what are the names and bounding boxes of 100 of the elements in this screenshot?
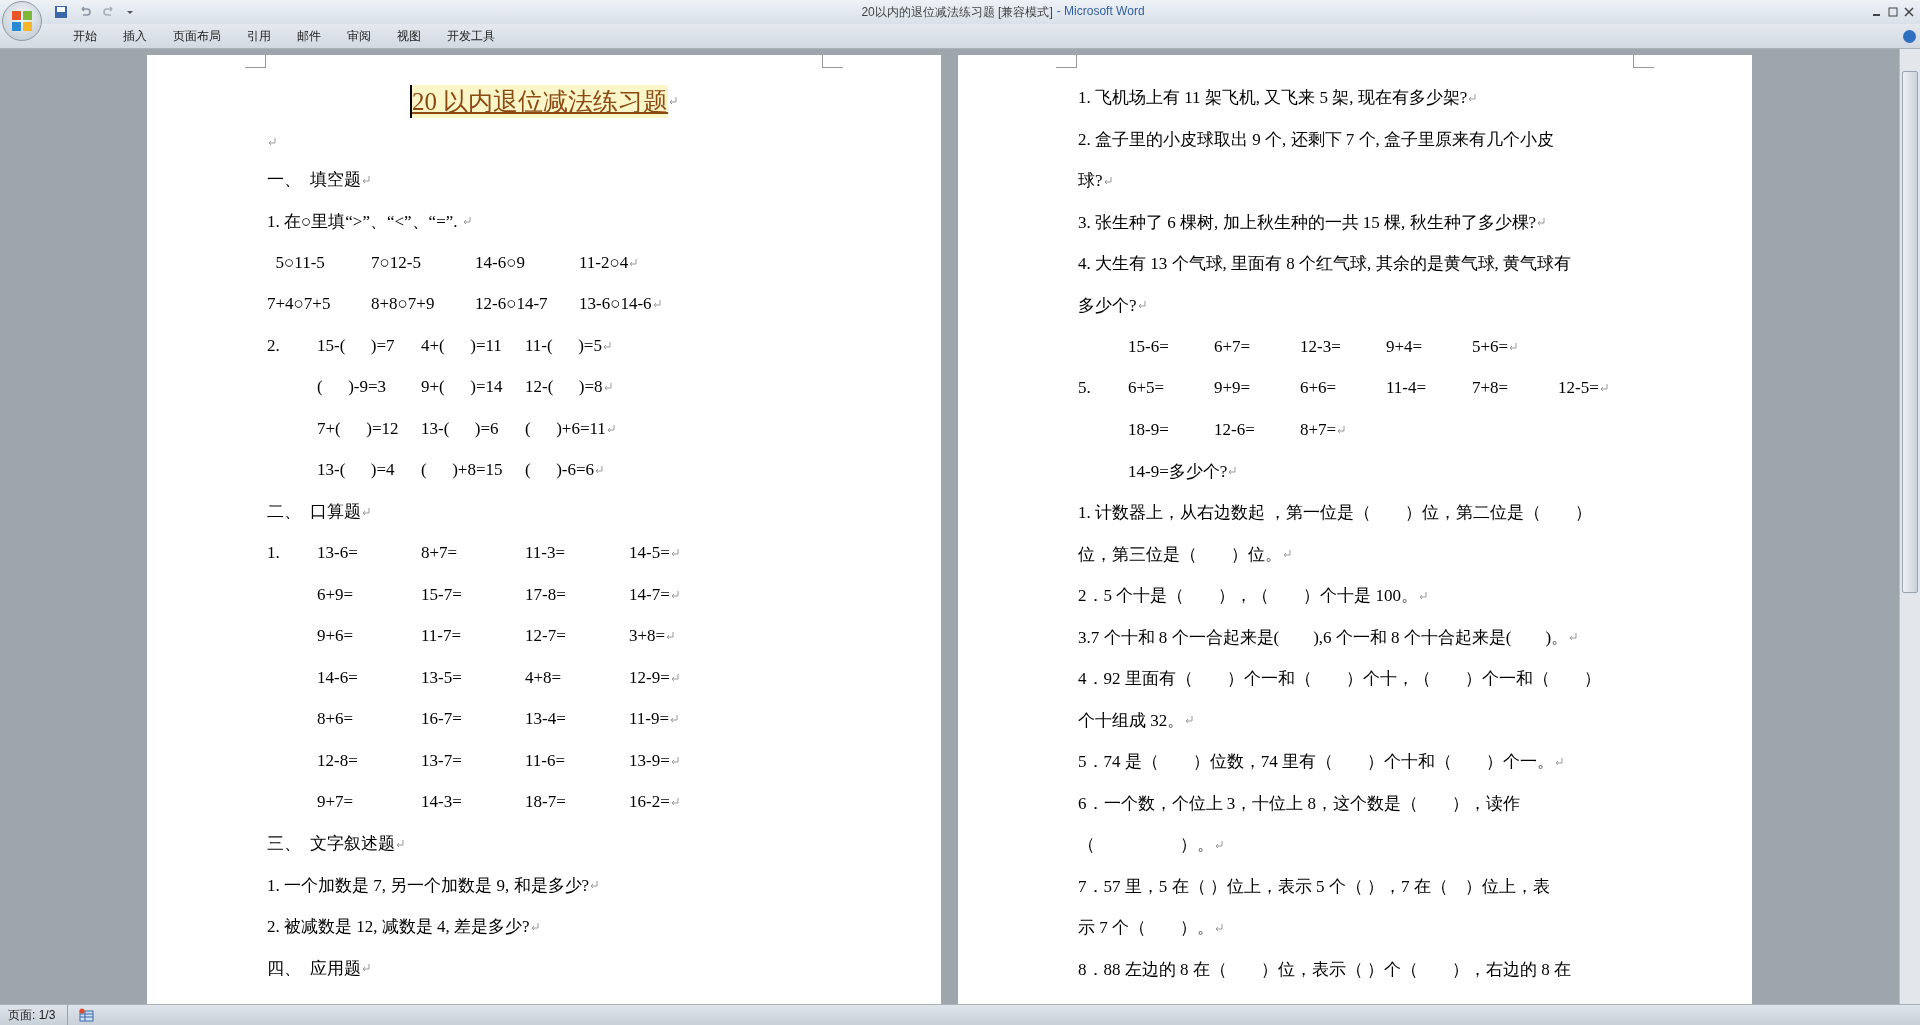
question-text: 3.7 个十和 8 个一合起来是( ),6 个一和 8 个十合起来是( )。 xyxy=(1078,626,1569,649)
ribbon-tab[interactable]: 开发工具 xyxy=(434,24,508,48)
equation-text: 12-6= xyxy=(1214,419,1256,440)
equation-text: 12-8= xyxy=(317,750,359,771)
equation-text: 17-8= xyxy=(525,584,567,605)
equation-text: 13-5= xyxy=(421,667,463,688)
question-text: 4. 大生有 13 个气球, 里面有 8 个红气球, 其余的是黄气球, 黄气球有 xyxy=(1078,253,1571,276)
ribbon-tab[interactable]: 开始 xyxy=(60,24,110,48)
margin-corner-mark xyxy=(245,55,266,68)
equation-text: 14-3= xyxy=(421,792,463,813)
ribbon-tab[interactable]: 插入 xyxy=(110,24,160,48)
office-button[interactable] xyxy=(2,1,42,41)
question-text: （ ）。 xyxy=(1078,834,1214,857)
undo-icon[interactable] xyxy=(78,5,92,19)
question-text: 多少个? xyxy=(1078,294,1137,317)
equation-text: 8+6= xyxy=(317,709,355,730)
equation-text: 11-( )=5 xyxy=(525,335,602,356)
equation-text: 6+6= xyxy=(1300,378,1338,399)
margin-corner-mark xyxy=(822,55,843,68)
document-title: 20 以内退位减法练习题 xyxy=(409,84,669,118)
equation-text: 12-5= xyxy=(1558,378,1599,399)
equation-text: 9+( )=14 xyxy=(421,377,504,398)
equation-text: 9+7= xyxy=(317,792,355,813)
ribbon-tab[interactable]: 引用 xyxy=(234,24,284,48)
equation-text: 7○12-5 xyxy=(371,252,422,273)
equation-text: 13-( )=6 xyxy=(421,418,500,439)
table-icon[interactable] xyxy=(78,1008,95,1022)
question-text: 3. 张生种了 6 棵树, 加上秋生种的一共 15 棵, 秋生种了多少棵? xyxy=(1078,211,1537,234)
equation-text: 12-3= xyxy=(1300,336,1342,357)
save-icon[interactable] xyxy=(54,5,68,19)
question-text: 2．5 个十是（ ），（ ）个十是 100。 xyxy=(1078,585,1418,608)
equation-text: 15-6= xyxy=(1128,336,1170,357)
equation-text: 12-9= xyxy=(629,667,670,688)
equation-text: 11-2○4 xyxy=(579,252,629,273)
question-text: 1. 在○里填“>”、“<”、“=”. xyxy=(267,210,459,233)
equation-text: ( )-9=3 xyxy=(317,377,388,398)
equation-text: 12-7= xyxy=(525,626,567,647)
equation-text: 8+7= xyxy=(1300,419,1337,440)
section-heading: 四、 应用题 xyxy=(267,957,361,980)
ribbon-tab[interactable]: 邮件 xyxy=(284,24,334,48)
question-text: 6．一个数，个位上 3，十位上 8，这个数是（ ），读作 xyxy=(1078,792,1520,815)
question-text: 示 7 个（ ）。 xyxy=(1078,917,1214,940)
equation-text: 14-9=多少个? xyxy=(1128,460,1228,483)
margin-corner-mark xyxy=(1633,55,1654,68)
equation-text: 9+9= xyxy=(1214,378,1252,399)
equation-text: 14-7= xyxy=(629,584,670,605)
equation-text: 9+6= xyxy=(317,626,355,647)
equation-text: 14-6= xyxy=(317,667,359,688)
equation-text: 15-( )=7 xyxy=(317,335,396,356)
margin-corner-mark xyxy=(1056,55,1077,68)
question-number: 2. xyxy=(267,335,281,356)
equation-text: 14-5= xyxy=(629,543,670,564)
equation-text: 7+8= xyxy=(1472,378,1510,399)
close-icon[interactable] xyxy=(1904,7,1914,17)
equation-text: 16-7= xyxy=(421,709,463,730)
vertical-scrollbar[interactable] xyxy=(1899,49,1920,1004)
equation-text: 11-7= xyxy=(421,626,463,647)
equation-text: 13-9= xyxy=(629,750,670,771)
equation-text: ( )+8=15 xyxy=(421,460,504,481)
equation-text: 11-4= xyxy=(1386,378,1428,399)
equation-text: 12-( )=8 xyxy=(525,377,603,398)
equation-text: 13-4= xyxy=(525,709,567,730)
question-text: 2. 盒子里的小皮球取出 9 个, 还剩下 7 个, 盒子里原来有几个小皮 xyxy=(1078,128,1554,151)
window-title: 20以内的退位减法练习题 [兼容模式] xyxy=(861,3,1053,21)
page-indicator[interactable]: 页面: 1/3 xyxy=(0,1005,69,1025)
ribbon-tab[interactable]: 页面布局 xyxy=(160,24,234,48)
question-text: 5．74 是（ ）位数，74 里有（ ）个十和（ ）个一。 xyxy=(1078,751,1554,774)
office-logo-icon xyxy=(11,10,33,32)
equation-text: 6+5= xyxy=(1128,378,1166,399)
equation-text: 18-9= xyxy=(1128,419,1170,440)
equation-text: 4+8= xyxy=(525,667,563,688)
question-text: 1. 计数器上，从右边数起 ，第一位是（ ）位，第二位是（ ） xyxy=(1078,502,1593,525)
equation-text: 5○11-5 xyxy=(274,252,326,273)
section-heading: 三、 文字叙述题 xyxy=(267,833,395,856)
equation-text: 14-6○9 xyxy=(475,252,526,273)
equation-text: 7+4○7+5 xyxy=(267,294,332,315)
ribbon-tab[interactable]: 审阅 xyxy=(334,24,384,48)
question-text: 1. 飞机场上有 11 架飞机, 又飞来 5 架, 现在有多少架? xyxy=(1078,87,1468,110)
equation-text: 8+8○7+9 xyxy=(371,294,436,315)
question-text: 4．92 里面有（ ）个一和（ ）个十，（ ）个一和（ ） xyxy=(1078,668,1601,691)
equation-text: 11-3= xyxy=(525,543,567,564)
equation-text: 5+6= xyxy=(1472,336,1509,357)
scroll-thumb[interactable] xyxy=(1902,71,1918,593)
equation-text: 6+7= xyxy=(1214,336,1252,357)
app-name: - Microsoft Word xyxy=(1056,3,1145,20)
equation-text: 13-7= xyxy=(421,750,463,771)
question-text: 7．57 里，5 在（ ）位上，表示 5 个（ ），7 在（ ）位上，表 xyxy=(1078,875,1550,898)
equation-text: 6+9= xyxy=(317,584,355,605)
maximize-icon[interactable] xyxy=(1888,7,1898,17)
question-text: 2. 被减数是 12, 减数是 4, 差是多少? xyxy=(267,916,530,939)
equation-text: 16-2= xyxy=(629,792,670,813)
equation-text: 4+( )=11 xyxy=(421,335,503,356)
equation-text: 12-6○14-7 xyxy=(475,294,549,315)
equation-text: 7+( )=12 xyxy=(317,418,400,439)
question-text: 个十组成 32。 xyxy=(1078,709,1185,732)
equation-text: 18-7= xyxy=(525,792,567,813)
dropdown-icon[interactable] xyxy=(126,8,134,16)
equation-text: 13-6= xyxy=(317,543,359,564)
equation-text: ( )+6=11 xyxy=(525,418,606,439)
ribbon-tab[interactable]: 视图 xyxy=(384,24,434,48)
